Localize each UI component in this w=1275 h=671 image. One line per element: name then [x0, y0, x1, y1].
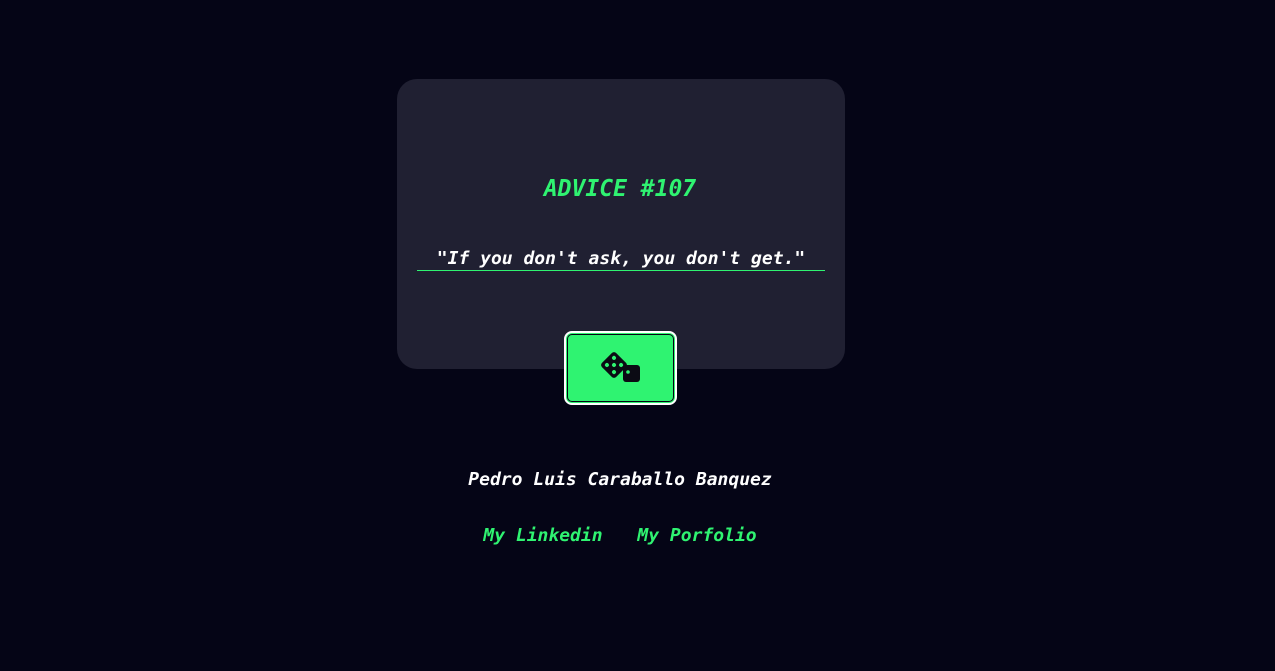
- advice-card: [397, 79, 845, 369]
- advice-quote: "If you don't ask, you don't get.": [417, 248, 825, 271]
- footer-links: My Linkedin My Porfolio: [0, 525, 1240, 546]
- linkedin-link[interactable]: My Linkedin: [483, 525, 602, 546]
- author-name: Pedro Luis Caraballo Banquez: [468, 469, 772, 490]
- advice-title: ADVICE #107: [543, 176, 697, 202]
- portfolio-link[interactable]: My Porfolio: [637, 525, 756, 546]
- dice-icon: [600, 352, 640, 382]
- new-advice-button[interactable]: [564, 331, 677, 405]
- page: ADVICE #107 "If you don't ask, you don't…: [0, 0, 1275, 671]
